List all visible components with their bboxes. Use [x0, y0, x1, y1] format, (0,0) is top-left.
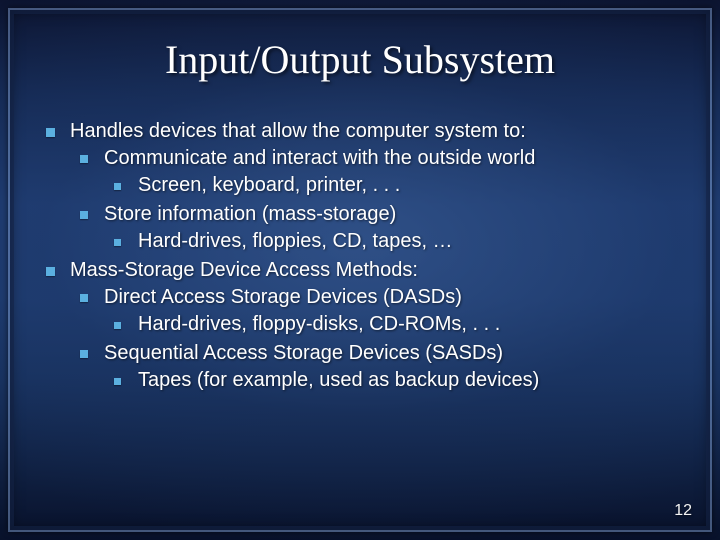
list-item: Handles devices that allow the computer …: [44, 118, 680, 255]
bullet-list: Communicate and interact with the outsid…: [78, 145, 680, 255]
bullet-list: Direct Access Storage Devices (DASDs) Ha…: [78, 284, 680, 394]
list-item: Mass-Storage Device Access Methods: Dire…: [44, 257, 680, 394]
list-item: Tapes (for example, used as backup devic…: [112, 367, 680, 394]
bullet-text: Hard-drives, floppy-disks, CD-ROMs, . . …: [138, 313, 500, 335]
bullet-text: Mass-Storage Device Access Methods:: [70, 259, 418, 281]
bullet-list: Handles devices that allow the computer …: [44, 118, 680, 394]
bullet-list: Tapes (for example, used as backup devic…: [112, 367, 680, 394]
bullet-text: Handles devices that allow the computer …: [70, 120, 526, 142]
bullet-list: Hard-drives, floppies, CD, tapes, …: [112, 228, 680, 255]
slide: Input/Output Subsystem Handles devices t…: [0, 0, 720, 540]
bullet-text: Tapes (for example, used as backup devic…: [138, 369, 539, 391]
bullet-list: Screen, keyboard, printer, . . .: [112, 172, 680, 199]
bullet-text: Store information (mass-storage): [104, 203, 396, 225]
slide-title: Input/Output Subsystem: [0, 36, 720, 83]
bullet-text: Screen, keyboard, printer, . . .: [138, 174, 400, 196]
bullet-text: Sequential Access Storage Devices (SASDs…: [104, 342, 503, 364]
page-number: 12: [674, 502, 692, 520]
slide-content: Handles devices that allow the computer …: [44, 118, 680, 396]
list-item: Screen, keyboard, printer, . . .: [112, 172, 680, 199]
bullet-text: Communicate and interact with the outsid…: [104, 147, 535, 169]
list-item: Hard-drives, floppy-disks, CD-ROMs, . . …: [112, 311, 680, 338]
bullet-text: Hard-drives, floppies, CD, tapes, …: [138, 230, 453, 252]
list-item: Communicate and interact with the outsid…: [78, 145, 680, 199]
list-item: Store information (mass-storage) Hard-dr…: [78, 201, 680, 255]
list-item: Hard-drives, floppies, CD, tapes, …: [112, 228, 680, 255]
bullet-list: Hard-drives, floppy-disks, CD-ROMs, . . …: [112, 311, 680, 338]
bullet-text: Direct Access Storage Devices (DASDs): [104, 286, 462, 308]
list-item: Direct Access Storage Devices (DASDs) Ha…: [78, 284, 680, 338]
list-item: Sequential Access Storage Devices (SASDs…: [78, 340, 680, 394]
